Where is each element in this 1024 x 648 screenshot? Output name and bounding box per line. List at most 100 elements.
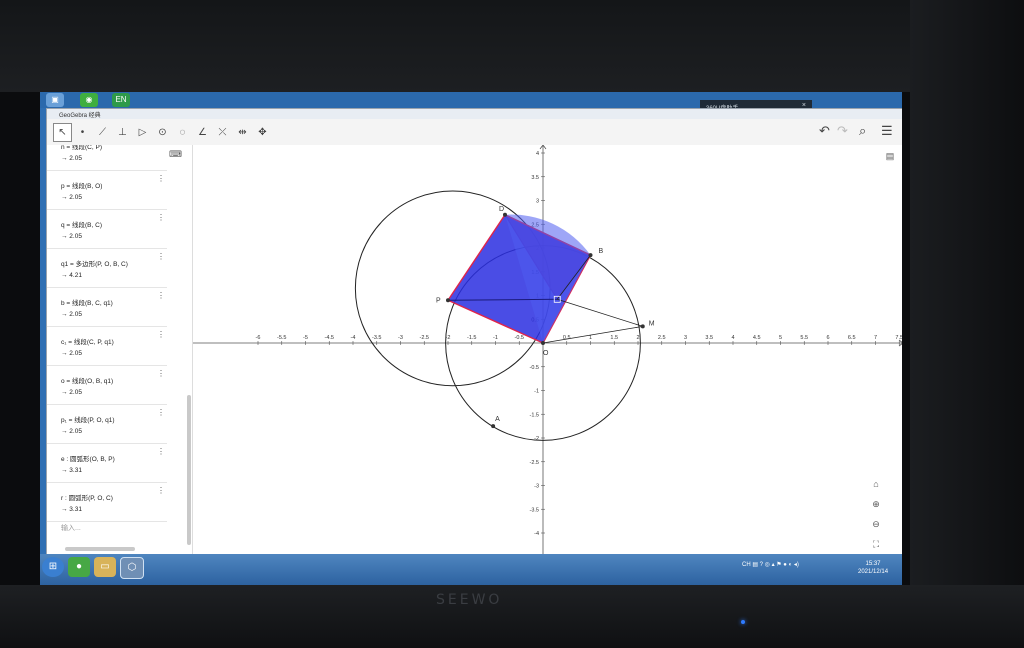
toolbar: ↖ • ⟋ ⊥ ▷ ⊙ ◌ ∠ ⤫ ⇹ ✥ ↶ ↷ ⌕ ☰: [47, 119, 902, 146]
algebra-item[interactable]: c₁ = 线段(C, P, q1) → 2.05 ⋮: [47, 326, 167, 366]
y-tick-label: -2.5: [530, 460, 539, 466]
angle-tool-icon[interactable]: ∠: [193, 123, 212, 142]
x-tick-label: -2.5: [420, 335, 429, 341]
algebra-item[interactable]: e : 圆弧形(O, B, P) → 3.31 ⋮: [47, 443, 167, 483]
x-tick-label: 6: [826, 335, 829, 341]
window-title: GeoGebra 经典: [59, 113, 101, 119]
x-tick-label: 2: [636, 335, 639, 341]
x-tick-label: 7: [874, 335, 877, 341]
x-tick-label: -3: [398, 335, 403, 341]
y-tick-label: -3: [534, 484, 539, 490]
algebra-definition: n = 线段(C, P): [61, 145, 102, 151]
point-a: [491, 424, 496, 429]
algebra-scrollbar[interactable]: [187, 395, 191, 545]
wifi-icon[interactable]: ◉: [80, 93, 98, 107]
algebra-item[interactable]: p₁ = 线段(P, O, q1) → 2.05 ⋮: [47, 404, 167, 444]
y-tick-label: -0.5: [530, 365, 539, 371]
graphics-canvas[interactable]: -6 -5.5 -5 -4.5 -4 -3.5 -3 -2.5 -2 -1.5 -1 -0.5 0.5 1…: [193, 145, 902, 555]
style-bar-icon[interactable]: ▤: [883, 149, 897, 163]
more-options-icon[interactable]: ⋮: [157, 213, 165, 222]
algebra-item[interactable]: q = 线段(B, C) → 2.05 ⋮: [47, 209, 167, 249]
graphics-view[interactable]: -6 -5.5 -5 -4.5 -4 -3.5 -3 -2.5 -2 -1.5 -1 -0.5 0.5 1…: [193, 145, 902, 555]
start-button[interactable]: ⊞: [42, 557, 64, 577]
x-tick-label: 2.5: [658, 335, 666, 341]
x-tick-label: 5: [779, 335, 782, 341]
point-p: [446, 298, 450, 303]
algebra-definition: c₁ = 线段(C, P, q1): [61, 339, 114, 346]
line-tool-icon[interactable]: ⟋: [93, 123, 112, 142]
point-label-a: A: [495, 416, 500, 423]
point-label-d: D: [499, 206, 504, 213]
segment-o-m: [542, 325, 643, 344]
x-tick-label: -0.5: [515, 335, 524, 341]
home-icon[interactable]: ⌂: [869, 477, 883, 491]
monitor-bezel-bottom: [0, 585, 1024, 648]
undo-icon[interactable]: ↶: [819, 123, 830, 139]
menu-icon[interactable]: ☰: [881, 123, 893, 139]
fullscreen-icon[interactable]: ⛶: [869, 537, 883, 551]
algebra-input[interactable]: 输入...: [61, 523, 81, 533]
x-tick-label: 3: [684, 335, 687, 341]
x-tick-label: -1.5: [467, 335, 476, 341]
algebra-item[interactable]: p = 线段(B, O) → 2.05 ⋮: [47, 170, 167, 210]
reflect-tool-icon[interactable]: ⤫: [213, 123, 232, 142]
slider-tool-icon[interactable]: ⇹: [233, 123, 252, 142]
redo-icon[interactable]: ↷: [837, 123, 848, 139]
algebra-item[interactable]: o = 线段(O, B, q1) → 2.05 ⋮: [47, 365, 167, 405]
clock-date: 2021/12/14: [858, 569, 889, 575]
y-tick-label: 3.5: [531, 175, 539, 181]
x-tick-label: 1.5: [610, 335, 618, 341]
algebra-definition: r : 圆弧形(P, O, C): [61, 495, 113, 502]
system-tray[interactable]: CH ▤ ? ◎ ▴ ⚑ ● ◐ ◂): [742, 561, 799, 568]
point-label-m: M: [649, 320, 655, 327]
window-titlebar: GeoGebra 经典: [47, 109, 902, 119]
input-method[interactable]: CH: [742, 562, 751, 568]
circle-three-points-icon[interactable]: ◌: [173, 123, 192, 142]
zoom-in-icon[interactable]: ⊕: [869, 497, 883, 511]
monitor-brand: SEEWO: [436, 592, 503, 608]
polygon-tool-icon[interactable]: ▷: [133, 123, 152, 142]
browser-icon[interactable]: ●: [68, 557, 90, 577]
point-tool-icon[interactable]: •: [73, 123, 92, 142]
algebra-item[interactable]: r : 圆弧形(P, O, C) → 3.31 ⋮: [47, 482, 167, 522]
point-o: [541, 341, 545, 345]
algebra-value: → 2.05: [61, 428, 82, 435]
monitor-bezel-right: [910, 0, 1024, 648]
geogebra-window: GeoGebra 经典 ↖ • ⟋ ⊥ ▷ ⊙ ◌ ∠ ⤫ ⇹ ✥ ↶ ↷ ⌕ …: [46, 108, 902, 556]
more-options-icon[interactable]: ⋮: [157, 291, 165, 300]
taskbar: ⊞ ● ▭ ⬡ CH ▤ ? ◎ ▴ ⚑ ● ◐ ◂) 15:37 2021/1…: [40, 554, 902, 585]
move-tool-icon[interactable]: ↖: [53, 123, 72, 142]
search-icon[interactable]: ⌕: [859, 123, 866, 139]
point-m: [640, 324, 645, 329]
more-options-icon[interactable]: ⋮: [157, 447, 165, 456]
algebra-hscrollbar[interactable]: [65, 547, 135, 551]
keyboard-toggle-icon[interactable]: ⌨: [169, 149, 182, 160]
more-options-icon[interactable]: ⋮: [157, 486, 165, 495]
algebra-item[interactable]: q1 = 多边形(P, O, B, C) → 4.21 ⋮: [47, 248, 167, 288]
zoom-out-icon[interactable]: ⊖: [869, 517, 883, 531]
algebra-value: → 2.05: [61, 155, 82, 162]
point-label-b: B: [599, 248, 604, 255]
more-options-icon[interactable]: ⋮: [157, 330, 165, 339]
x-tick-label: 4.5: [753, 335, 761, 341]
point-label-p: P: [436, 297, 441, 304]
more-options-icon[interactable]: ⋮: [157, 252, 165, 261]
circle-tool-icon[interactable]: ⊙: [153, 123, 172, 142]
algebra-item[interactable]: b = 线段(B, C, q1) → 2.05 ⋮: [47, 287, 167, 327]
x-tick-label: -3.5: [372, 335, 381, 341]
more-options-icon[interactable]: ⋮: [157, 174, 165, 183]
clock[interactable]: 15:37 2021/12/14: [858, 560, 888, 576]
algebra-value: → 2.05: [61, 233, 82, 240]
y-tick-label: 3: [536, 199, 539, 205]
desktop-app-icon[interactable]: ▣: [46, 93, 64, 107]
geogebra-taskbar-icon[interactable]: ⬡: [120, 557, 144, 579]
perpendicular-tool-icon[interactable]: ⊥: [113, 123, 132, 142]
algebra-item[interactable]: n = 线段(C, P)→ 2.05⋮: [47, 145, 167, 171]
folder-icon[interactable]: ▭: [94, 557, 116, 577]
move-view-icon[interactable]: ✥: [253, 123, 272, 142]
language-icon[interactable]: EN: [112, 93, 130, 107]
more-options-icon[interactable]: ⋮: [157, 369, 165, 378]
algebra-value: → 2.05: [61, 350, 82, 357]
more-options-icon[interactable]: ⋮: [157, 408, 165, 417]
algebra-definition: e : 圆弧形(O, B, P): [61, 456, 115, 463]
